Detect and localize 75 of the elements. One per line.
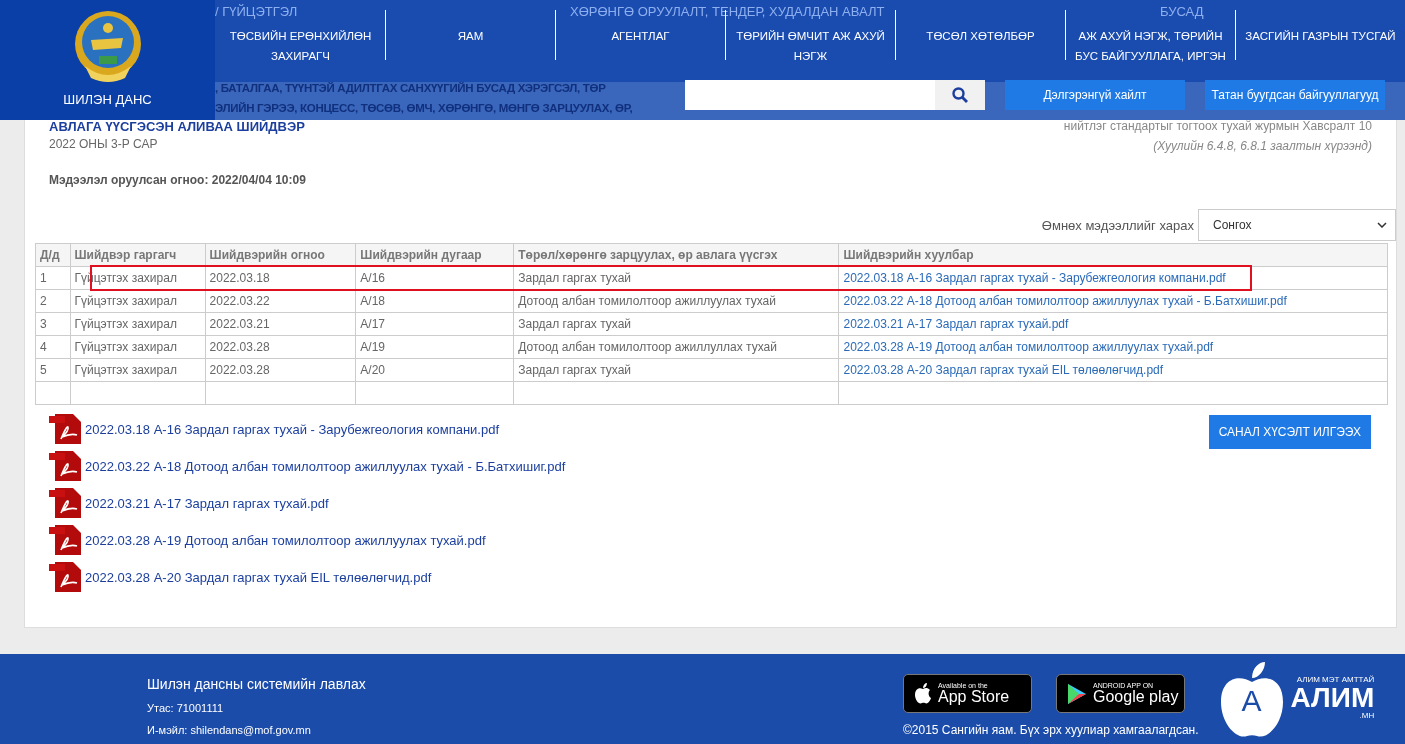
- search-field[interactable]: [685, 80, 985, 110]
- play-icon: [1067, 682, 1087, 705]
- footer-phone: Утас: 71001111: [147, 702, 225, 714]
- attachment-link[interactable]: 2022.03.21 А-17 Зардал гаргах тухай.pdf: [85, 495, 329, 511]
- standard-note: нийтлэг стандартыг тогтоох тухай журмын Хавсралт 10: [1063, 119, 1372, 133]
- chevron-icon: [1377, 222, 1387, 228]
- history-label: Өмнөх мэдээллийг харах: [1041, 217, 1194, 233]
- page-title-fragment: , БАТАЛГАА, ТҮҮНТЭЙ АДИЛТГАХ САНХҮҮГИЙН БУСАД ХЭРЭГСЭЛ, ТӨР: [215, 81, 607, 96]
- header-button[interactable]: Татан буугдсан байгууллагууд: [1205, 80, 1385, 110]
- column-header: Төрөл/хөрөнгө зарцуулах, өр авлага үүсгэх: [513, 243, 839, 267]
- table-cell: Дотоод албан томилолтоор ажиллуллах тухай: [513, 335, 839, 359]
- attachment-link[interactable]: 2022.03.28 А-20 Зардал гаргах тухай EIL төлөөлөгчид.pdf: [85, 569, 432, 585]
- attachment-link[interactable]: 2022.03.28 А-19 Дотоод албан томилолтоор ажиллуулах тухай.pdf: [85, 532, 486, 548]
- nav-link[interactable]: АЖ АХУЙ НЭГЖ, ТӨРИЙН БУС БАЙГУУЛЛАГА, ИРГЭН: [1074, 26, 1227, 66]
- entry-date: Мэдээлэл оруулсан огноо: 2022/04/04 10:09: [49, 173, 306, 187]
- logo-domain: .МН: [1359, 712, 1375, 720]
- table-cell: Гүйцэтгэх захирал: [70, 312, 206, 336]
- nav-link[interactable]: АГЕНТЛАГ: [564, 26, 717, 46]
- menu-strip-item[interactable]: / ГҮЙЦЭТГЭЛ: [215, 4, 298, 19]
- table-cell: Дотоод албан томилолтоор ажиллуулах тухай: [513, 289, 839, 313]
- apple-logo-icon: [1218, 660, 1285, 740]
- table-cell: Зардал гаргах тухай: [513, 312, 839, 336]
- header-button[interactable]: Дэлгэрэнгүй хайлт: [1005, 80, 1185, 110]
- column-header: Шийдвэрийн огноо: [205, 243, 356, 267]
- column-header: Шийдвэрийн хуулбар: [838, 243, 1388, 267]
- table-cell: А/20: [355, 358, 514, 382]
- logo-letter: A: [1240, 684, 1263, 718]
- feedback-button[interactable]: САНАЛ ХҮСЭЛТ ИЛГЭЭХ: [1208, 415, 1371, 449]
- table-cell: 5: [35, 358, 71, 382]
- table-cell: Зардал гаргах тухай: [513, 358, 839, 382]
- nav-link[interactable]: ТӨРИЙН ӨМЧИТ АЖ АХУЙ НЭГЖ: [734, 26, 887, 66]
- logo-name: АЛИМ: [1290, 684, 1375, 712]
- table-cell: 3: [35, 312, 71, 336]
- column-header: Шийдвэр гаргагч: [70, 243, 206, 267]
- pdf-file-icon: [49, 450, 83, 482]
- table-cell: 2: [35, 289, 71, 313]
- apple-icon: [914, 682, 932, 705]
- period-label: 2022 ОНЫ 3-Р САР: [49, 137, 159, 151]
- search-icon: [952, 87, 968, 103]
- column-header: Д/д: [35, 243, 71, 267]
- pdf-file-icon: [49, 524, 83, 556]
- footer-email: И-мэйл: shilendans@mof.gov.mn: [147, 724, 312, 736]
- pdf-file-icon: [49, 413, 83, 445]
- table-cell: 1: [35, 266, 71, 290]
- table-cell: 2022.03.21: [205, 312, 356, 336]
- site-title[interactable]: ШИЛЭН ДАНС: [63, 92, 152, 107]
- table-cell: Гүйцэтгэх захирал: [70, 289, 206, 313]
- history-select[interactable]: Сонгох: [1198, 209, 1396, 241]
- page-title-fragment: ЭЛИЙН ГЭРЭЭ, КОНЦЕСС, ТӨСӨВ, ӨМЧ, ХӨРӨНГӨ, МӨНГӨ ЗАРЦУУЛАХ, ӨР,: [215, 101, 633, 116]
- pdf-file-icon: [49, 561, 83, 593]
- menu-strip-item[interactable]: ХӨРӨНГӨ ОРУУЛАЛТ, ТЕНДЕР, ХУДАЛДАН АВАЛТ: [570, 4, 885, 19]
- nav-link[interactable]: ЗАСГИЙН ГАЗРЫН ТУСГАЙ: [1244, 26, 1397, 46]
- table-cell: А/17: [355, 312, 514, 336]
- table-cell: А/18: [355, 289, 514, 313]
- law-note: (Хуулийн 6.4.8, 6.8.1 заалтын хүрээнд): [1152, 139, 1372, 153]
- table-cell: 2022.03.28: [205, 358, 356, 382]
- table-cell: 2022.03.28: [205, 335, 356, 359]
- table-cell: 4: [35, 335, 71, 359]
- menu-strip-item[interactable]: БУСАД: [1160, 4, 1204, 19]
- table-cell: Гүйцэтгэх захирал: [70, 335, 206, 359]
- page-title: АВЛАГА ҮҮСГЭСЭН АЛИВАА ШИЙДВЭР: [49, 119, 306, 134]
- pdf-file-icon: [49, 487, 83, 519]
- copyright: ©2015 Сангийн яам. Бүх эрх хуулиар хамгаалагдсан.: [903, 723, 1199, 737]
- table-cell: Гүйцэтгэх захирал: [70, 358, 206, 382]
- footer-title: Шилэн дансны системийн лавлах: [147, 676, 367, 692]
- nav-link[interactable]: ТӨСӨЛ ХӨТӨЛБӨР: [904, 26, 1057, 46]
- table-cell: А/19: [355, 335, 514, 359]
- table-cell: 2022.03.22: [205, 289, 356, 313]
- nav-link[interactable]: ТӨСВИЙН ЕРӨНХИЙЛӨН ЗАХИРАГЧ: [224, 26, 377, 66]
- attachment-link[interactable]: 2022.03.22 А-18 Дотоод албан томилолтоор ажиллуулах тухай - Б.Батхишиг.pdf: [85, 458, 566, 474]
- column-header: Шийдвэрийн дугаар: [355, 243, 514, 267]
- attachment-link[interactable]: 2022.03.18 А-16 Зардал гаргах тухай - Зарубежгеология компани.pdf: [85, 421, 500, 437]
- nav-link[interactable]: ЯАМ: [394, 26, 547, 46]
- logo-tagline: АЛИМ МЭТ АМТТАЙ: [1296, 676, 1375, 684]
- search-button[interactable]: [935, 80, 985, 110]
